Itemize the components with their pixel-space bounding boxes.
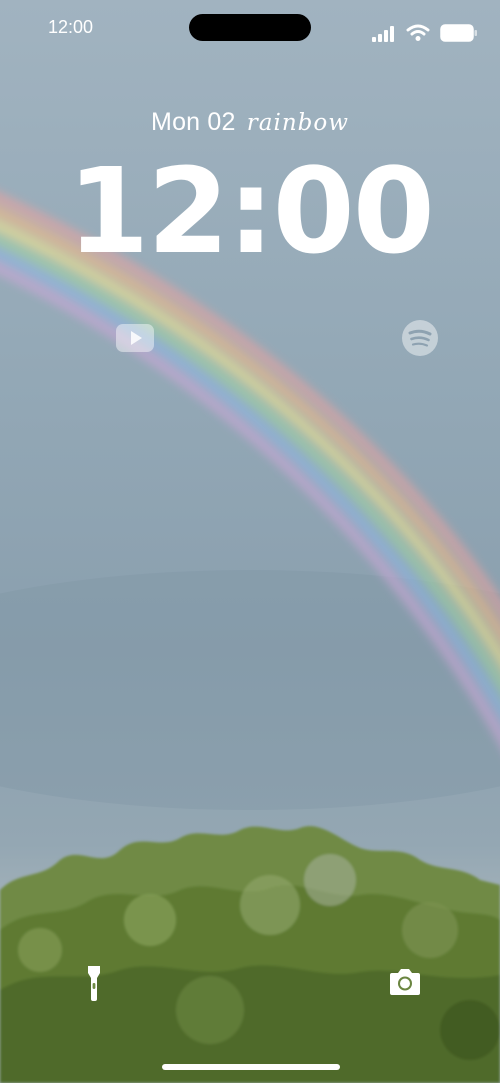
cellular-signal-icon [372,26,394,42]
flashlight-icon [88,966,100,1001]
battery-icon [440,24,477,42]
youtube-widget[interactable] [115,318,155,358]
status-bar: 12:00 [0,0,500,56]
status-icons [370,22,480,42]
lock-screen: 12:00 Mon 02 rainbow 12:00 [0,0,500,1083]
date-text: Mon 02 [151,108,236,136]
camera-button[interactable] [385,963,425,1003]
spotify-widget[interactable] [400,318,440,358]
wifi-icon [406,24,430,41]
flashlight-button[interactable] [74,963,114,1003]
dynamic-island [189,14,311,41]
date-widget-text: rainbow [246,110,349,136]
youtube-icon [116,324,154,352]
lock-clock: 12:00 [67,142,435,280]
status-time: 12:00 [48,17,94,37]
spotify-icon [402,320,438,356]
camera-icon [390,969,420,995]
home-indicator[interactable] [162,1064,340,1070]
lock-date: Mon 02 rainbow [0,108,500,137]
